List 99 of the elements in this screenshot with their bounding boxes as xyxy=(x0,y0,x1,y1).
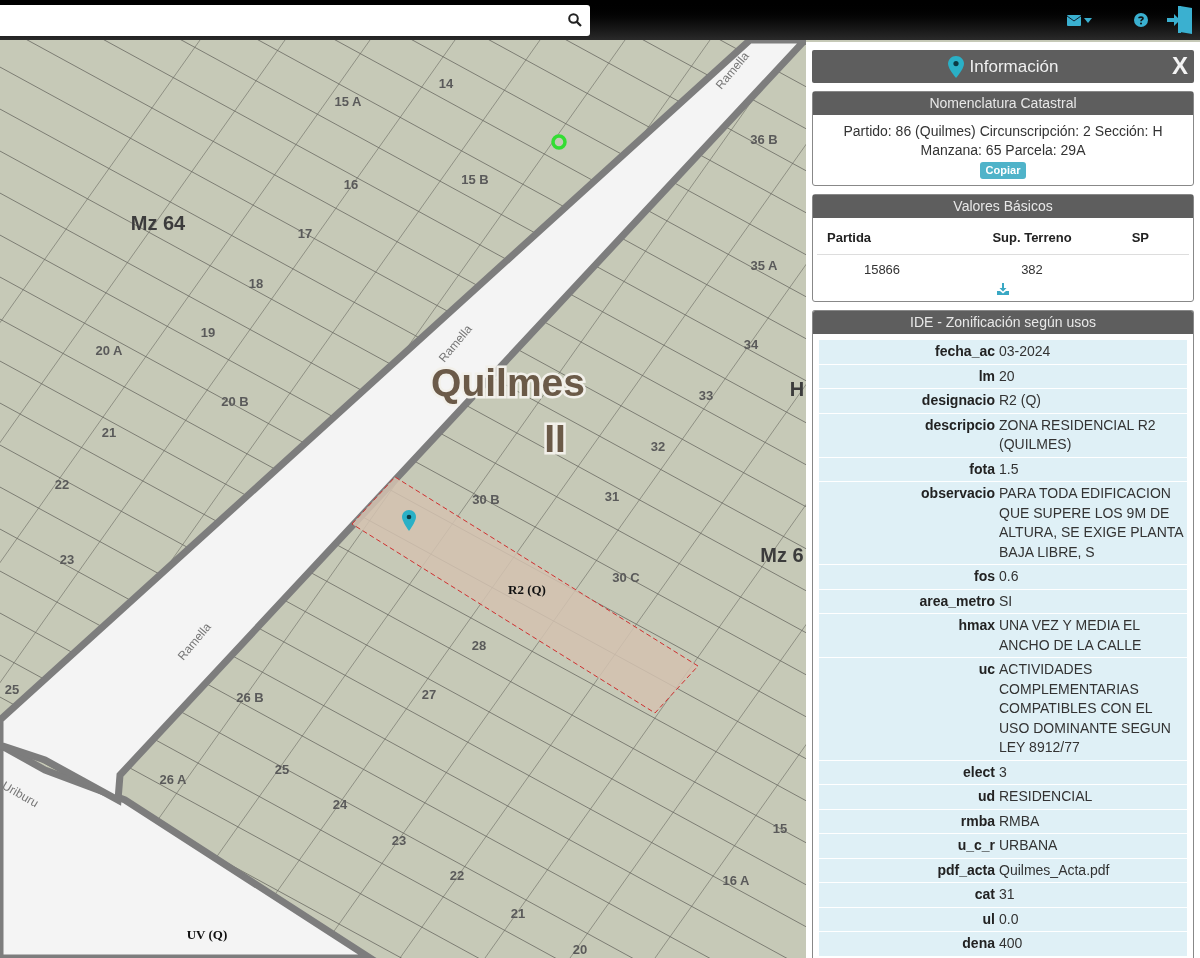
attribute-label: area_metro xyxy=(918,591,996,611)
parcel-number: 22 xyxy=(449,868,465,884)
section-header: Valores Básicos xyxy=(813,195,1193,218)
attribute-value: SI xyxy=(999,591,1014,611)
parcel-number: 15 xyxy=(772,821,788,837)
attribute-label: elect xyxy=(962,762,996,782)
parcel-number: 28 xyxy=(471,638,487,654)
caret-icon xyxy=(1084,17,1092,23)
attribute-value: 3 xyxy=(999,762,1008,782)
parcel-number: 26 A xyxy=(159,772,187,788)
attribute-label: fos xyxy=(973,567,996,586)
parcel-number: 24 xyxy=(332,797,348,813)
attribute-label: fecha_ac xyxy=(934,342,996,361)
exit-door-icon xyxy=(1166,5,1194,35)
parcel-number: 14 xyxy=(438,76,454,92)
parcel-number: 17 xyxy=(297,226,313,242)
map-pin-icon[interactable] xyxy=(402,510,416,531)
attribute-value: RESIDENCIAL xyxy=(999,787,1094,806)
attribute-label: fota xyxy=(968,459,996,479)
help-button[interactable] xyxy=(1134,13,1148,27)
section-header: IDE - Zonificación según usos xyxy=(813,311,1193,334)
attribute-label: designacio xyxy=(920,391,996,410)
map-pin-icon xyxy=(947,55,964,78)
parcel-number: 30 C xyxy=(612,570,640,586)
attribute-value: ACTIVIDADES COMPLEMENTARIAS COMPATIBLES CON EL USO DOMINANTE SEGUN LEY 8912/77 xyxy=(999,660,1172,757)
parcel-number: 35 A xyxy=(750,258,778,274)
zone-label: R2 (Q) xyxy=(508,582,546,597)
search-field[interactable] xyxy=(0,4,590,36)
attribute-label: descripcio xyxy=(923,415,996,435)
column-header: SP xyxy=(1130,229,1150,247)
map-label: Mz 64 xyxy=(130,212,186,235)
attribute-value: 400 xyxy=(999,934,1024,953)
exit-button[interactable] xyxy=(1166,5,1194,35)
parcel-number: 30 B xyxy=(472,492,500,508)
parcel-number: 21 xyxy=(101,425,117,441)
parcel-number: 20 xyxy=(572,942,588,958)
envelope-icon xyxy=(1067,14,1081,26)
attribute-label: rmba xyxy=(959,811,996,831)
nomenclatura-text: Partido: 86 (Quilmes) Circunscripción: 2 Sección: H Manzana: 65 Parcela: 29A xyxy=(842,122,1164,160)
attribute-value: 31 xyxy=(999,885,1016,904)
attribute-label: ud xyxy=(976,787,996,806)
parcel-number: 23 xyxy=(59,552,75,568)
attribute-label: u_c_r xyxy=(956,836,996,855)
parcel-number: 20 B xyxy=(221,394,249,410)
panel-title: Información xyxy=(969,55,1059,78)
attribute-label: cat xyxy=(973,885,996,904)
parcel-number: 31 xyxy=(604,489,620,505)
attribute-label: pdf_acta xyxy=(936,860,996,880)
parcel-number: 19 xyxy=(200,325,216,341)
attribute-label: dena xyxy=(961,934,996,953)
parcel-number: 15 B xyxy=(461,172,489,188)
attribute-value: 20 xyxy=(999,366,1016,386)
attribute-value: RMBA xyxy=(999,811,1041,831)
table-cell-text: 15866 xyxy=(862,260,902,279)
map-label: II xyxy=(544,417,566,461)
parcel-number: 26 B xyxy=(236,690,264,706)
parcel-number: 33 xyxy=(698,388,714,404)
location-marker[interactable] xyxy=(551,134,567,150)
attribute-label: observacio xyxy=(920,484,996,503)
attribute-value: 0.6 xyxy=(999,567,1020,586)
table-cell-text: 382 xyxy=(1020,260,1044,279)
parcel-number: 22 xyxy=(54,477,70,493)
help-icon xyxy=(1134,13,1148,27)
close-button[interactable]: X xyxy=(1172,51,1188,81)
zone-label: UV (Q) xyxy=(186,927,228,942)
parcel-number: 36 B xyxy=(750,132,778,148)
attribute-value: 0.0 xyxy=(999,909,1020,929)
attribute-label: hmax xyxy=(957,616,996,635)
parcel-number: 16 xyxy=(343,177,359,193)
parcel-number: 20 A xyxy=(95,343,123,359)
attribute-value: PARA TODA EDIFICACION QUE SUPERE LOS 9M DE ALTURA, SE EXIGE PLANTA BAJA LIBRE, S xyxy=(999,484,1185,562)
attribute-value: R2 (Q) xyxy=(999,391,1042,410)
attribute-value: ZONA RESIDENCIAL R2 (QUILMES) xyxy=(999,415,1157,454)
map-label: H xyxy=(789,378,805,401)
parcel-number: 25 xyxy=(274,762,290,778)
attribute-value: URBANA xyxy=(999,836,1059,855)
column-header: Partida xyxy=(827,229,873,247)
attribute-value: 1.5 xyxy=(999,459,1020,479)
column-header: Sup. Terreno xyxy=(991,229,1073,247)
parcel-number: 15 A xyxy=(334,94,362,110)
parcel-number: 34 xyxy=(743,337,759,353)
attribute-label: uc xyxy=(977,660,996,679)
attribute-value: 03-2024 xyxy=(999,342,1052,361)
attribute-label: ul xyxy=(981,909,996,929)
parcel-number: 25 xyxy=(4,682,20,698)
parcel-number: 18 xyxy=(248,276,264,292)
search-icon xyxy=(568,13,582,27)
parcel-number: 16 A xyxy=(722,873,750,889)
attribute-value: Quilmes_Acta.pdf xyxy=(999,860,1111,880)
parcel-number: 27 xyxy=(421,687,437,703)
parcel-number: 23 xyxy=(391,833,407,849)
map-label: Mz 6 xyxy=(760,544,804,567)
parcel-number: 32 xyxy=(650,439,666,455)
section-header: Nomenclatura Catastral xyxy=(813,92,1193,115)
attribute-value: UNA VEZ Y MEDIA EL ANCHO DE LA CALLE xyxy=(999,616,1143,655)
parcel-number: 21 xyxy=(510,906,526,922)
attribute-label: lm xyxy=(977,366,996,386)
mail-menu-button[interactable] xyxy=(1067,14,1092,26)
download-icon[interactable] xyxy=(997,283,1009,295)
